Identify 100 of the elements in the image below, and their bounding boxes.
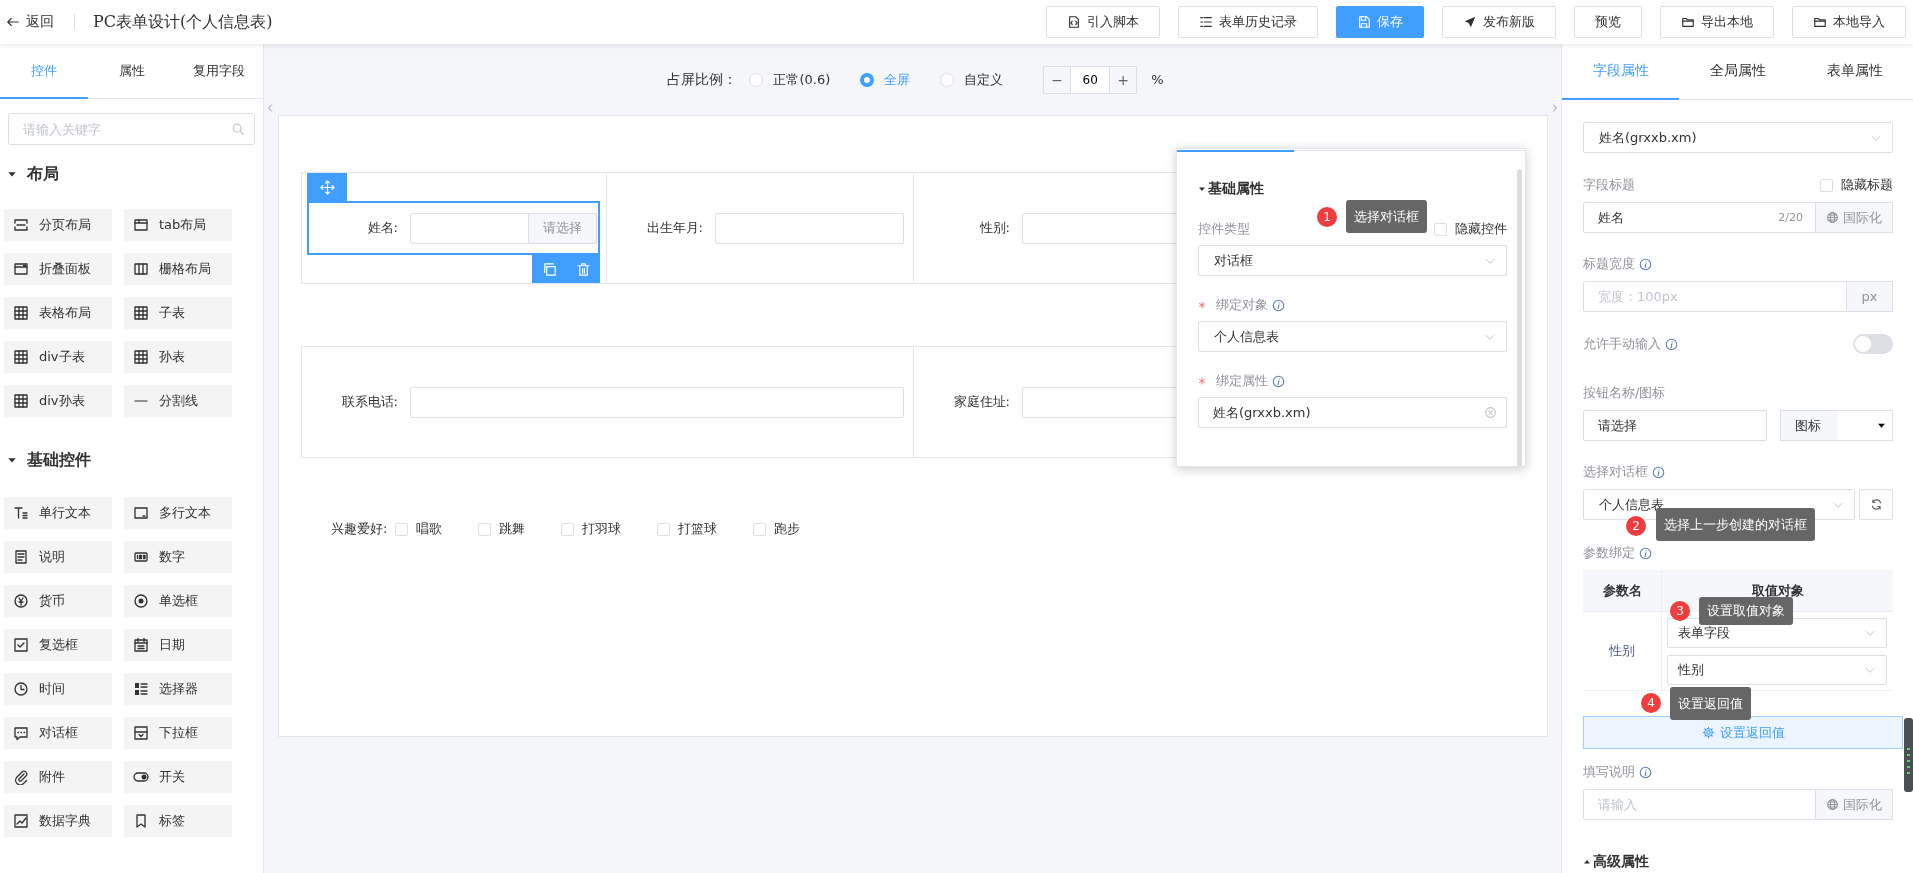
input-field[interactable]: 姓名(grxxb.xm) — [1198, 397, 1507, 428]
toolbar-button[interactable]: 本地导入 — [1792, 6, 1906, 38]
column-header: 参数名 — [1583, 570, 1662, 612]
control-item[interactable]: 开关 — [124, 761, 232, 793]
info-icon — [1652, 465, 1665, 479]
control-item[interactable]: div子表 — [4, 341, 112, 373]
info-icon — [1639, 765, 1652, 779]
chevron-left-icon[interactable] — [266, 102, 274, 114]
tab[interactable]: 表单属性 — [1796, 44, 1913, 100]
field-label: 出生年月: — [645, 219, 703, 237]
list-icon — [133, 681, 149, 697]
control-item[interactable]: 表格布局 — [4, 297, 112, 329]
info-icon — [1639, 546, 1652, 560]
select-field[interactable]: 姓名(grxxb.xm) — [1583, 122, 1893, 153]
chat-icon — [13, 725, 29, 741]
control-item[interactable]: 多行文本 — [124, 497, 232, 529]
back-arrow-icon — [6, 15, 20, 29]
control-item[interactable]: 单选框 — [124, 585, 232, 617]
toolbar-button[interactable]: 引入脚本 — [1046, 6, 1160, 38]
field-label: 填写说明 — [1583, 763, 1635, 781]
scrollbar[interactable] — [1517, 169, 1522, 466]
refresh-button[interactable] — [1859, 489, 1893, 520]
control-item[interactable]: 子表 — [124, 297, 232, 329]
side-widget-icon[interactable] — [1904, 718, 1913, 792]
input-field[interactable]: 请输入 — [1583, 789, 1816, 820]
checkbox[interactable] — [753, 522, 767, 536]
back-button[interactable]: 返回 — [6, 13, 54, 31]
control-item[interactable]: 附件 — [4, 761, 112, 793]
increment-button[interactable]: + — [1109, 65, 1138, 94]
checkbox[interactable] — [1820, 178, 1833, 192]
clock-icon — [13, 681, 29, 697]
table-icon — [13, 393, 29, 409]
info-icon — [1639, 257, 1652, 271]
input-field[interactable] — [410, 212, 529, 244]
control-item[interactable]: 下拉框 — [124, 717, 232, 749]
step-badge: 4 — [1641, 693, 1661, 713]
toolbar-button[interactable]: 表单历史记录 — [1178, 6, 1318, 38]
control-item[interactable]: 复选框 — [4, 629, 112, 661]
control-item[interactable]: 折叠面板 — [4, 253, 112, 285]
checkbox[interactable] — [1434, 222, 1447, 236]
list-icon — [1199, 15, 1213, 29]
field-label: 家庭住址: — [952, 393, 1010, 411]
panel-icon — [13, 261, 29, 277]
info-icon — [1272, 374, 1285, 388]
input-field[interactable] — [410, 386, 904, 418]
checkbox[interactable] — [395, 522, 409, 536]
globe-icon — [1826, 798, 1839, 811]
control-item[interactable]: 栅格布局 — [124, 253, 232, 285]
checkbox-label: 跑步 — [774, 520, 801, 538]
checkbox[interactable] — [478, 522, 492, 536]
control-item[interactable]: 对话框 — [4, 717, 112, 749]
decrement-button[interactable]: − — [1043, 65, 1072, 94]
select-field[interactable]: 个人信息表 — [1198, 321, 1507, 352]
bookmark-icon — [133, 813, 149, 829]
control-item[interactable]: 货币 — [4, 585, 112, 617]
select-field[interactable]: 对话框 — [1198, 245, 1507, 276]
input-field[interactable]: 请选择 — [1583, 410, 1767, 441]
toolbar-button[interactable]: 导出本地 — [1660, 6, 1774, 38]
toolbar-button[interactable]: 预览 — [1574, 6, 1642, 38]
field-label: 控件类型 — [1198, 220, 1250, 238]
control-item[interactable]: 孙表 — [124, 341, 232, 373]
copy-button[interactable] — [532, 255, 566, 283]
tooltip: 选择对话框 — [1346, 200, 1427, 233]
control-item[interactable]: 日期 — [124, 629, 232, 661]
step-badge: 1 — [1317, 207, 1337, 227]
columns-icon — [133, 261, 149, 277]
field-label: 绑定属性 — [1216, 372, 1268, 390]
control-item[interactable]: 数据字典 — [4, 805, 112, 837]
tab[interactable]: 属性 — [87, 44, 176, 99]
control-item[interactable]: 标签 — [124, 805, 232, 837]
select-field[interactable]: 性别 — [1667, 655, 1887, 685]
delete-button[interactable] — [566, 255, 600, 283]
control-item[interactable]: 时间 — [4, 673, 112, 705]
move-handle[interactable] — [307, 173, 347, 201]
control-item[interactable]: 说明 — [4, 541, 112, 573]
checkbox[interactable] — [561, 522, 575, 536]
clear-icon — [1484, 406, 1497, 419]
icon-select[interactable]: 图标 — [1780, 410, 1893, 441]
selected-field-frame[interactable]: 姓名: 请选择 — [307, 201, 600, 255]
chevron-right-icon[interactable] — [1551, 102, 1559, 114]
checkbox[interactable] — [657, 522, 671, 536]
control-item[interactable]: 分页布局 — [4, 209, 112, 241]
radio-button[interactable] — [860, 72, 875, 87]
percent-sign: % — [1151, 72, 1164, 87]
search-field[interactable]: 请输入关键字 — [8, 113, 255, 145]
table-icon — [133, 305, 149, 321]
number-icon — [133, 549, 149, 565]
control-item[interactable]: 分割线 — [124, 385, 232, 417]
number-field[interactable]: 60 — [1071, 65, 1110, 94]
input-field[interactable] — [715, 212, 904, 244]
control-item[interactable]: 数字 — [124, 541, 232, 573]
control-item[interactable]: 选择器 — [124, 673, 232, 705]
toggle-switch[interactable] — [1853, 334, 1893, 354]
control-item[interactable]: tab布局 — [124, 209, 232, 241]
control-item[interactable]: div孙表 — [4, 385, 112, 417]
control-item[interactable]: 单行文本 — [4, 497, 112, 529]
toolbar-button[interactable]: 发布新版 — [1442, 6, 1556, 38]
input-field[interactable]: 宽度：100px — [1583, 281, 1847, 312]
tab[interactable]: 复用字段 — [175, 44, 263, 99]
tab[interactable]: 全局属性 — [1679, 44, 1796, 100]
